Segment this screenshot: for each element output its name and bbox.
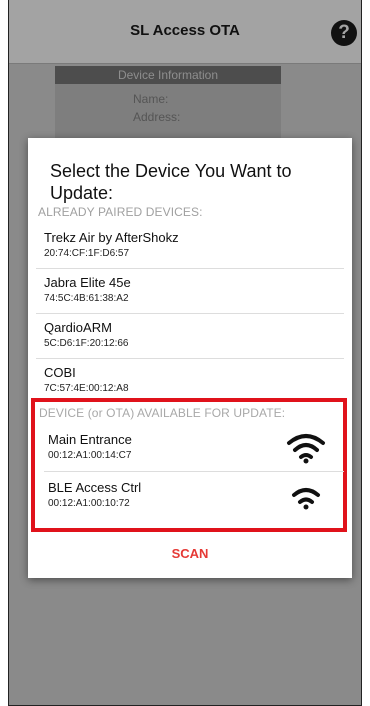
app-bar: SL Access OTA ? (9, 0, 361, 64)
device-name: COBI (44, 365, 76, 380)
device-info-header: Device Information (55, 66, 281, 84)
device-address-label: Address: (133, 110, 181, 124)
app-title: SL Access OTA (130, 22, 240, 39)
device-address: 00:12:A1:00:10:72 (48, 498, 130, 509)
device-name: BLE Access Ctrl (48, 480, 142, 495)
paired-devices-list[interactable]: Trekz Air by AfterShokz 20:74:CF:1F:D6:5… (28, 218, 352, 394)
paired-device-row[interactable]: COBI 7C:57:4E:00:12:A8 (28, 359, 352, 394)
device-address: 7C:57:4E:00:12:A8 (44, 383, 129, 394)
ota-devices-header: DEVICE (or OTA) AVAILABLE FOR UPDATE: (39, 406, 286, 420)
paired-device-row[interactable]: Trekz Air by AfterShokz 20:74:CF:1F:D6:5… (28, 224, 352, 269)
ota-device-row[interactable]: Main Entrance 00:12:A1:00:14:C7 (32, 426, 356, 472)
device-name: Jabra Elite 45e (44, 275, 131, 290)
ota-highlight-box: DEVICE (or OTA) AVAILABLE FOR UPDATE: Ma… (31, 398, 347, 532)
help-icon[interactable]: ? (331, 20, 357, 46)
select-device-dialog: Select the Device You Want to Update: AL… (28, 138, 352, 578)
wifi-strong-icon (287, 434, 325, 464)
wifi-medium-icon (292, 488, 320, 510)
device-name: QardioARM (44, 320, 112, 335)
ota-device-row[interactable]: BLE Access Ctrl 00:12:A1:00:10:72 (32, 474, 356, 520)
device-address: 5C:D6:1F:20:12:66 (44, 338, 129, 349)
device-name: Main Entrance (48, 432, 132, 447)
device-address: 20:74:CF:1F:D6:57 (44, 248, 130, 259)
paired-devices-header: ALREADY PAIRED DEVICES: (38, 205, 203, 219)
device-name: Trekz Air by AfterShokz (44, 230, 179, 245)
device-address: 00:12:A1:00:14:C7 (48, 450, 132, 461)
scan-button[interactable]: SCAN (28, 546, 352, 561)
dialog-title: Select the Device You Want to Update: (50, 161, 292, 203)
paired-device-row[interactable]: Jabra Elite 45e 74:5C:4B:61:38:A2 (28, 269, 352, 314)
device-name-label: Name: (133, 92, 169, 106)
device-address: 74:5C:4B:61:38:A2 (44, 293, 129, 304)
paired-device-row[interactable]: QardioARM 5C:D6:1F:20:12:66 (28, 314, 352, 359)
divider (44, 471, 344, 472)
